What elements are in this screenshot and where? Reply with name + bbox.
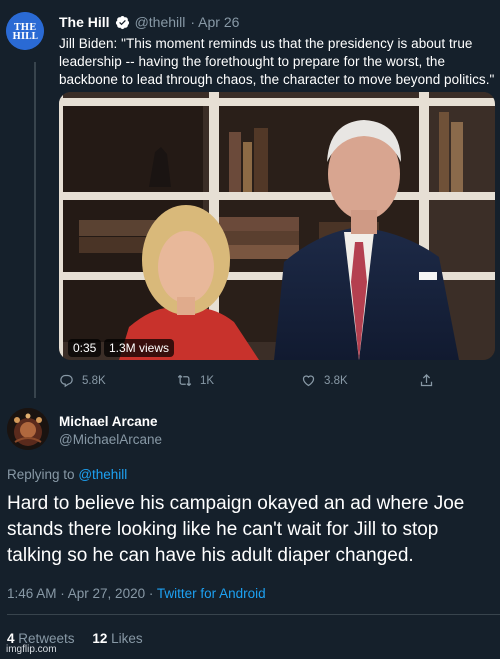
reply-icon [60,374,73,388]
tweet-client-link[interactable]: Twitter for Android [157,586,266,601]
reply-count: 5.8K [82,374,106,387]
share-icon [420,373,433,387]
replying-handle-link[interactable]: @thehill [78,467,127,482]
author-handle[interactable]: @MichaelArcane [59,432,162,447]
likes-label: Likes [111,631,143,646]
divider [7,614,500,615]
quoted-tweet-text: Jill Biden: "This moment reminds us that… [59,36,495,87]
the-hill-avatar[interactable]: THE HILL [6,12,44,50]
like-action[interactable]: 3.8K [301,373,348,388]
reply-action[interactable]: 5.8K [59,373,106,388]
retweet-count: 1K [200,374,215,387]
avatar[interactable] [7,408,49,450]
video-player[interactable] [59,92,495,360]
retweet-icon [177,375,192,386]
author-name[interactable]: The Hill [59,14,110,30]
video-thumbnail [59,92,495,360]
likes-stat[interactable]: 12 Likes [92,631,142,646]
quoted-tweet-actions: 5.8K 1K 3.8K [59,373,439,391]
quoted-tweet[interactable]: THE HILL The Hill @thehill · Apr 26 Jill… [0,0,500,398]
retweet-action[interactable]: 1K [177,373,214,388]
like-count: 3.8K [324,374,348,387]
share-action[interactable] [419,373,434,388]
watermark: imgflip.com [6,644,57,655]
svg-text:HILL: HILL [12,32,38,42]
tweet-text: Hard to believe his campaign okayed an a… [7,493,465,566]
thread-line [34,62,36,398]
likes-count: 12 [92,631,108,646]
tweet-timestamp[interactable]: 1:46 AM · Apr 27, 2020 · [7,586,153,601]
replying-to: Replying to @thehill [7,467,127,482]
author-handle[interactable]: @thehill [135,14,186,30]
tweet-meta: 1:46 AM · Apr 27, 2020 · Twitter for And… [7,586,266,601]
author-name[interactable]: Michael Arcane [59,414,158,429]
video-duration-badge: 0:35 [68,339,102,357]
video-views-badge: 1.3M views [104,339,175,357]
verified-icon [115,15,129,29]
replying-prefix: Replying to [7,467,75,482]
quoted-tweet-header: The Hill @thehill · Apr 26 [59,14,239,30]
tweet-date[interactable]: · Apr 26 [190,14,239,30]
like-icon [302,375,315,387]
